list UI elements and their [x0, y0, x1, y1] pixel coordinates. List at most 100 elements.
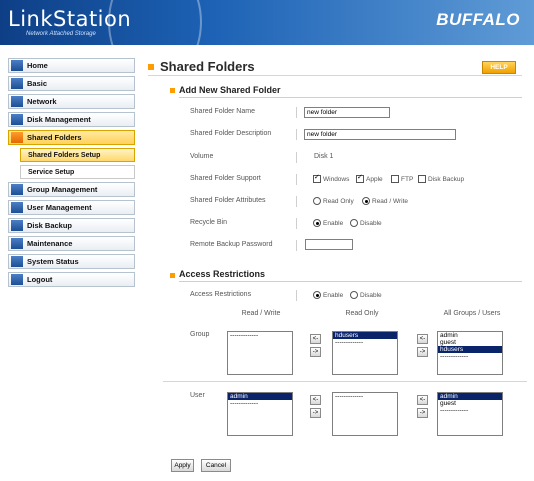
sidebar-item-group-management[interactable]: Group Management: [8, 182, 135, 197]
attr-read-write-radio[interactable]: Read / Write: [362, 197, 408, 205]
linkstation-logo: LinkStation: [8, 7, 132, 31]
list-item[interactable]: hdusers: [333, 332, 397, 339]
logout-icon: [11, 274, 23, 285]
sidebar-item-shared-folders[interactable]: Shared Folders: [8, 130, 135, 145]
sidebar-item-maintenance[interactable]: Maintenance: [8, 236, 135, 251]
support-ftp-checkbox[interactable]: FTP: [391, 175, 413, 183]
list-item[interactable]: -------------: [228, 332, 292, 339]
user-move-left-button-2[interactable]: <-: [417, 395, 428, 405]
network-icon: [11, 96, 23, 107]
list-item[interactable]: -------------: [228, 400, 292, 407]
user-move-right-button[interactable]: ->: [310, 408, 321, 418]
section-bullet-icon: [170, 88, 175, 93]
logo-subtitle: Network Attached Storage: [26, 31, 96, 37]
group-move-right-button[interactable]: ->: [310, 347, 321, 357]
recycle-enable-radio[interactable]: Enable: [313, 219, 343, 227]
list-item[interactable]: -------------: [438, 407, 502, 414]
recycle-bin-label: Recycle Bin: [190, 219, 227, 226]
radio-icon: [350, 219, 358, 227]
access-disable-radio[interactable]: Disable: [350, 291, 382, 299]
sidebar-item-system-status[interactable]: System Status: [8, 254, 135, 269]
group-row-label: Group: [190, 331, 210, 338]
col-read-write: Read / Write: [241, 310, 281, 317]
list-item[interactable]: admin: [438, 332, 502, 339]
sidebar-item-network[interactable]: Network: [8, 94, 135, 109]
list-item[interactable]: -------------: [333, 339, 397, 346]
group-all-list[interactable]: admin guest hdusers -------------: [437, 331, 503, 375]
list-item[interactable]: -------------: [438, 353, 502, 360]
title-divider: [148, 75, 522, 76]
group-move-left-button[interactable]: <-: [310, 334, 321, 344]
group-read-write-list[interactable]: -------------: [227, 331, 293, 375]
user-icon: [11, 202, 23, 213]
list-item[interactable]: admin: [228, 393, 292, 400]
folder-name-input[interactable]: new folder: [304, 107, 390, 118]
disk-icon: [11, 114, 23, 125]
user-move-left-button[interactable]: <-: [310, 395, 321, 405]
field-separator: [296, 218, 297, 229]
access-divider: [179, 281, 522, 282]
user-read-write-list[interactable]: admin -------------: [227, 392, 293, 436]
field-separator: [296, 174, 297, 185]
sidebar-item-logout[interactable]: Logout: [8, 272, 135, 287]
group-icon: [11, 184, 23, 195]
sidebar-item-user-management[interactable]: User Management: [8, 200, 135, 215]
radio-icon: [313, 197, 321, 205]
user-read-only-list[interactable]: -------------: [332, 392, 398, 436]
checkbox-icon: [356, 173, 364, 183]
buffalo-logo: BUFFALO: [436, 10, 520, 29]
volume-value: Disk 1: [314, 153, 334, 160]
access-restrictions-title: Access Restrictions: [179, 269, 266, 279]
checkbox-icon: [418, 175, 426, 183]
user-all-list[interactable]: admin guest -------------: [437, 392, 503, 436]
radio-icon: [350, 291, 358, 299]
volume-label: Volume: [190, 153, 214, 160]
sidebar-item-basic[interactable]: Basic: [8, 76, 135, 91]
support-disk-backup-checkbox[interactable]: Disk Backup: [418, 175, 464, 183]
folder-name-label: Shared Folder Name: [190, 108, 255, 115]
support-apple-checkbox[interactable]: Apple: [356, 173, 383, 183]
help-button[interactable]: HELP: [482, 61, 516, 74]
home-icon: [11, 60, 23, 71]
sidebar-item-home[interactable]: Home: [8, 58, 135, 73]
checkbox-icon: [313, 173, 321, 183]
col-read-only: Read Only: [345, 310, 379, 317]
list-item[interactable]: -------------: [333, 393, 397, 400]
sidebar-item-disk-backup[interactable]: Disk Backup: [8, 218, 135, 233]
list-item[interactable]: guest: [438, 339, 502, 346]
folder-description-input[interactable]: new folder: [304, 129, 456, 140]
page-title: Shared Folders: [160, 59, 255, 74]
group-move-right-button-2[interactable]: ->: [417, 347, 428, 357]
remote-backup-password-input[interactable]: [305, 239, 353, 250]
subnav-shared-folders-setup[interactable]: Shared Folders Setup: [20, 148, 135, 162]
group-read-only-list[interactable]: hdusers -------------: [332, 331, 398, 375]
sidebar-item-disk-management[interactable]: Disk Management: [8, 112, 135, 127]
attr-read-only-radio[interactable]: Read Only: [313, 197, 354, 205]
field-separator: [296, 240, 297, 251]
list-item[interactable]: hdusers: [438, 346, 502, 353]
radio-icon: [313, 219, 321, 227]
list-item[interactable]: admin: [438, 393, 502, 400]
app-header: LinkStation Network Attached Storage BUF…: [0, 0, 534, 45]
list-item[interactable]: guest: [438, 400, 502, 407]
apply-button[interactable]: Apply: [171, 459, 194, 472]
add-folder-title: Add New Shared Folder: [179, 85, 281, 95]
recycle-disable-radio[interactable]: Disable: [350, 219, 382, 227]
field-separator: [296, 196, 297, 207]
support-windows-checkbox[interactable]: Windows: [313, 173, 349, 183]
group-move-left-button-2[interactable]: <-: [417, 334, 428, 344]
remote-backup-password-label: Remote Backup Password: [190, 241, 273, 248]
backup-icon: [11, 220, 23, 231]
maintenance-icon: [11, 238, 23, 249]
col-all-groups-users: All Groups / Users: [443, 310, 501, 317]
radio-icon: [313, 291, 321, 299]
user-move-right-button-2[interactable]: ->: [417, 408, 428, 418]
access-enable-radio[interactable]: Enable: [313, 291, 343, 299]
field-separator: [296, 290, 297, 301]
user-row-label: User: [190, 392, 205, 399]
cancel-button[interactable]: Cancel: [201, 459, 231, 472]
subnav-service-setup[interactable]: Service Setup: [20, 165, 135, 179]
folder-icon: [11, 132, 23, 143]
section-bullet-icon: [170, 273, 175, 278]
status-icon: [11, 256, 23, 267]
